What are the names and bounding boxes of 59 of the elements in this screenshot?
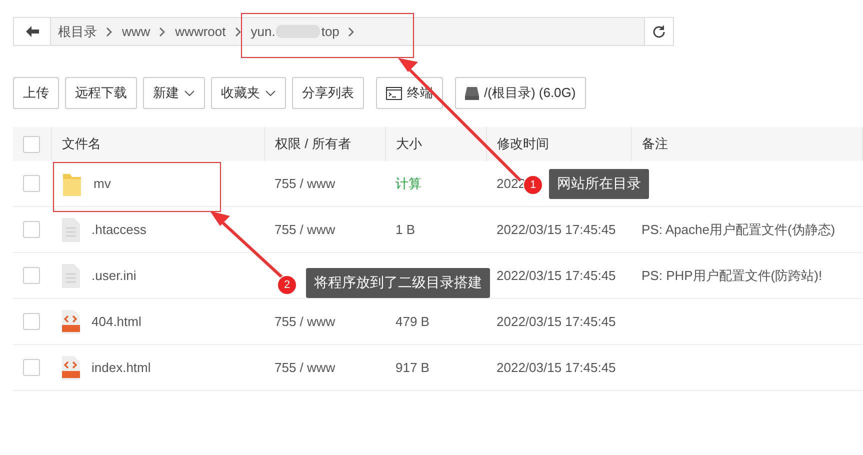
row-checkbox[interactable] <box>23 359 40 376</box>
modified-time: 2022/03/15 17:45:45 <box>496 314 616 329</box>
toolbar-button[interactable]: 上传 <box>13 77 59 109</box>
caret-icon <box>184 90 195 96</box>
modified-time: 2022/03/15 17:45:45 <box>496 268 616 283</box>
terminal-icon <box>386 86 402 100</box>
chevron-icon <box>234 26 242 36</box>
permissions-text: 755 / www <box>274 314 336 329</box>
file-name[interactable]: .user.ini <box>92 268 136 283</box>
html-file-icon <box>62 310 80 334</box>
column-header[interactable]: 修改时间 <box>497 136 549 151</box>
breadcrumb-link[interactable]: wwwroot <box>173 24 228 39</box>
refresh-button[interactable] <box>644 18 673 45</box>
file-icon <box>62 218 80 242</box>
row-checkbox[interactable] <box>23 175 40 192</box>
refresh-icon <box>652 24 666 38</box>
file-name[interactable]: index.html <box>92 360 151 375</box>
file-name[interactable]: .htaccess <box>92 222 146 237</box>
row-checkbox[interactable] <box>23 267 40 284</box>
column-header[interactable]: 大小 <box>396 136 422 151</box>
chevron-icon <box>159 26 166 36</box>
note-text: PS: Apache用户配置文件(伪静态) <box>642 222 836 236</box>
toolbar-button[interactable]: 分享列表 <box>292 77 364 109</box>
annotation-callout: 网站所在目录 <box>549 169 649 199</box>
toolbar-button[interactable]: 新建 <box>143 77 205 109</box>
modified-time: 2022/03/15 17:45:45 <box>496 222 616 237</box>
breadcrumb-link[interactable]: yun. top <box>248 24 342 39</box>
permissions-text: 755 / www <box>274 176 336 191</box>
number-badge: 2 <box>277 275 297 295</box>
toolbar-button[interactable]: /(根目录) (6.0G) <box>455 77 586 109</box>
html-file-icon <box>62 356 80 380</box>
permissions-text: 755 / www <box>274 360 336 375</box>
toolbar-button[interactable]: 收藏夹 <box>211 77 286 109</box>
file-icon <box>62 264 80 288</box>
size-text: 479 B <box>396 314 430 329</box>
chevron-icon <box>348 26 356 36</box>
column-header[interactable]: 备注 <box>642 136 668 151</box>
size-text: 1 B <box>396 222 416 237</box>
modified-time: 2022 <box>496 176 526 191</box>
permissions-text: 755 / www <box>274 222 336 237</box>
disk-icon <box>465 86 479 100</box>
breadcrumb-link[interactable]: www <box>120 24 152 39</box>
row-checkbox[interactable] <box>23 313 40 330</box>
file-name[interactable]: 404.html <box>92 314 142 329</box>
back-arrow-icon <box>26 26 38 37</box>
back-button[interactable] <box>14 18 51 45</box>
row-checkbox[interactable] <box>23 221 40 238</box>
modified-time: 2022/03/15 17:45:45 <box>496 360 616 375</box>
toolbar-button[interactable]: 远程下载 <box>65 77 137 109</box>
breadcrumb-link[interactable]: 根目录 <box>56 22 99 40</box>
column-header[interactable]: 文件名 <box>62 136 101 151</box>
note-text: PS: PHP用户配置文件(防跨站)! <box>642 268 822 282</box>
size-text: 917 B <box>396 360 430 375</box>
chevron-icon <box>106 26 113 36</box>
select-all-checkbox[interactable] <box>23 136 40 152</box>
caret-icon <box>265 90 276 96</box>
annotation-callout: 将程序放到了二级目录搭建 <box>306 268 490 298</box>
number-badge: 1 <box>523 175 543 195</box>
file-name[interactable]: mv <box>94 176 111 191</box>
